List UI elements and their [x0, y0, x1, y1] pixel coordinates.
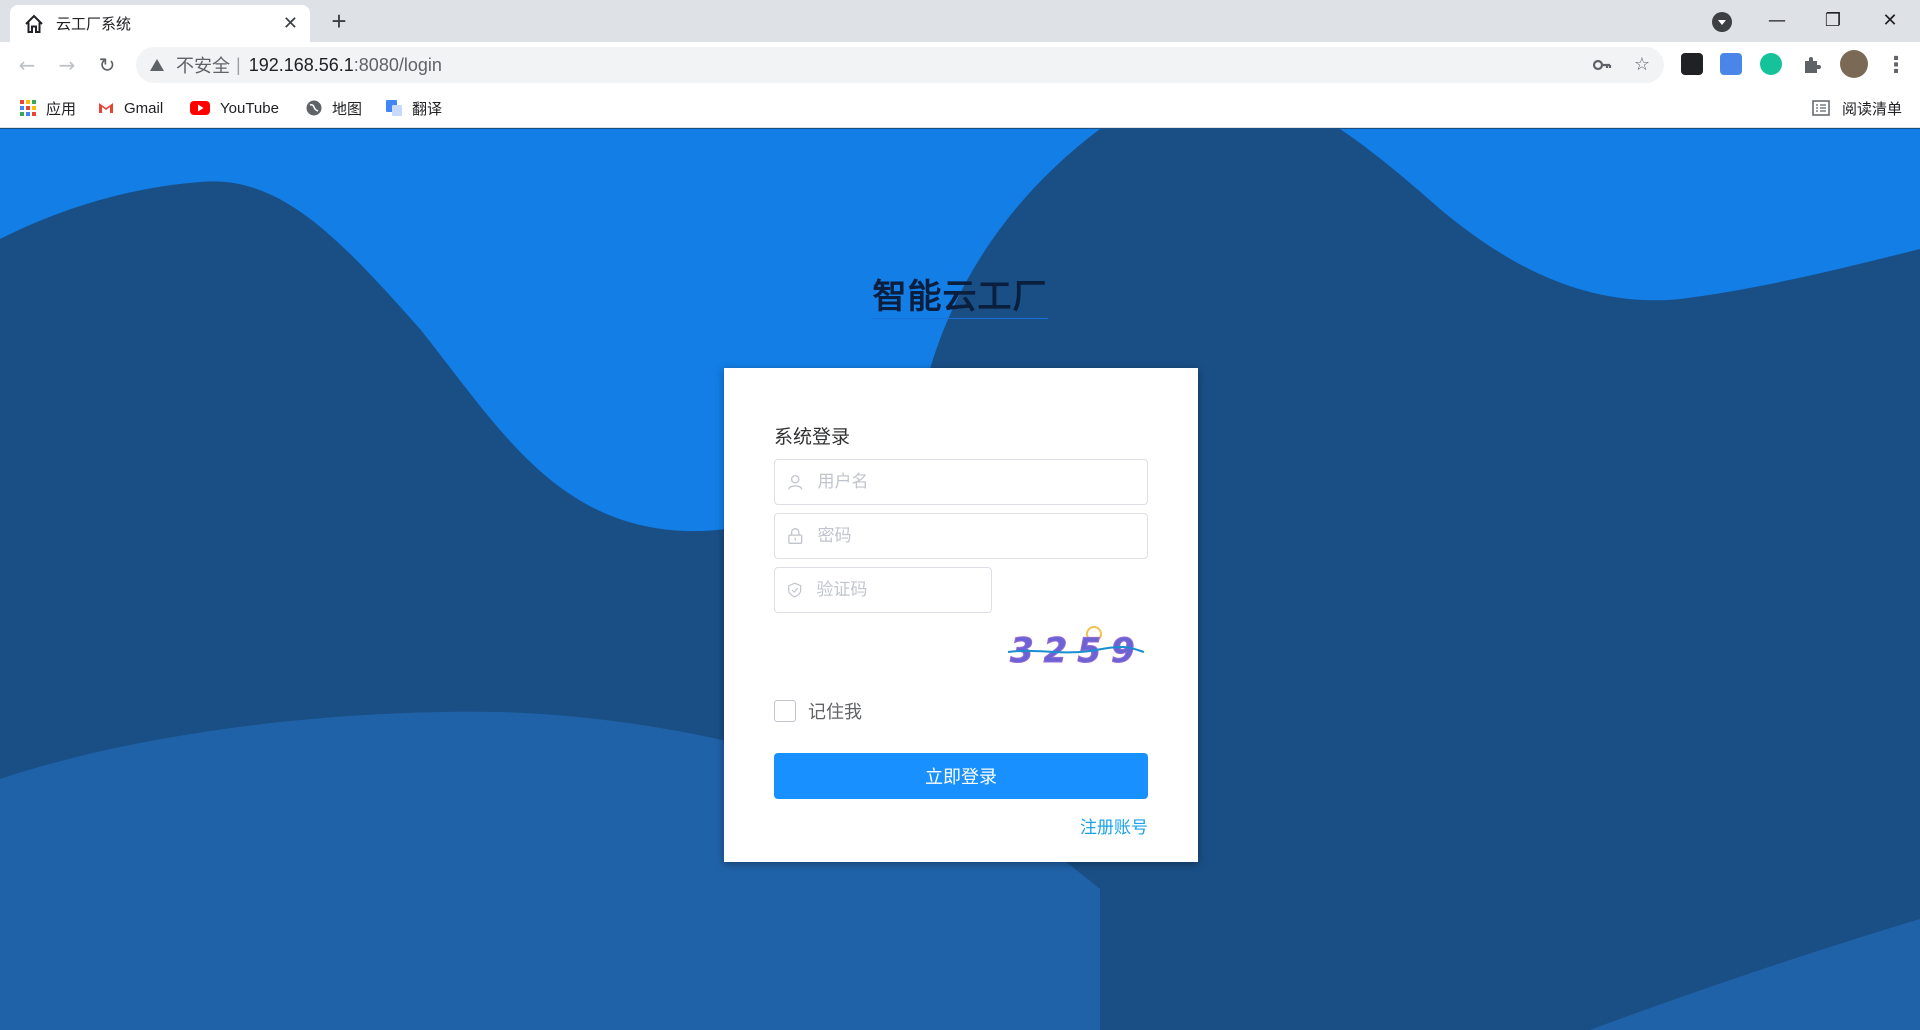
- restore-button[interactable]: ❐: [1818, 6, 1848, 36]
- bookmark-label: 应用: [46, 100, 77, 118]
- bookmark-label: Gmail: [124, 99, 164, 117]
- remember-me[interactable]: 记住我: [774, 698, 862, 724]
- bookmark-gmail[interactable]: Gmail: [98, 96, 163, 120]
- extension-icon[interactable]: [1681, 53, 1703, 75]
- bookmark-label: 地图: [332, 100, 363, 118]
- back-arrow-icon[interactable]: ←: [13, 51, 41, 79]
- login-page: 智能云工厂 系统登录 用户名 验证码 3259 记住我 立即登录 注册账号: [0, 129, 1920, 1030]
- puzzle-icon[interactable]: [1798, 51, 1826, 79]
- bookmark-label: 翻译: [412, 100, 443, 118]
- captcha-input[interactable]: [816, 580, 991, 600]
- tab-close-icon[interactable]: ✕: [283, 13, 298, 34]
- gmail-icon: [99, 103, 113, 113]
- tab-title: 云工厂系统: [56, 16, 132, 33]
- menu-dots-icon[interactable]: ⋮: [1885, 51, 1907, 79]
- minimize-button[interactable]: —: [1762, 6, 1792, 36]
- password-field[interactable]: [774, 513, 1148, 559]
- reload-icon[interactable]: ↻: [93, 51, 121, 79]
- register-link[interactable]: 注册账号: [1080, 813, 1148, 838]
- url-path: :8080/login: [353, 54, 442, 75]
- site-title-text: 智能云工厂: [872, 278, 1048, 319]
- url-separator: |: [236, 54, 241, 75]
- new-tab-button[interactable]: +: [325, 8, 353, 36]
- grammarly-icon[interactable]: [1760, 53, 1782, 75]
- avatar[interactable]: [1840, 50, 1868, 78]
- security-status: 不安全: [176, 56, 230, 76]
- login-card: 系统登录 3259: [724, 368, 1198, 862]
- bookmark-apps[interactable]: 应用: [20, 96, 76, 120]
- captcha-image[interactable]: 3259: [1006, 622, 1146, 676]
- lock-icon: [788, 528, 803, 544]
- translate-extension-icon[interactable]: [1720, 53, 1742, 75]
- translate-icon: [386, 100, 402, 116]
- login-title: 系统登录: [774, 427, 851, 448]
- captcha-field[interactable]: [774, 567, 992, 613]
- tab-search-icon[interactable]: [1712, 12, 1732, 32]
- reading-list-button[interactable]: 阅读清单: [1812, 96, 1902, 120]
- address-bar[interactable]: 不安全 | 192.168.56.1 :8080/login: [136, 47, 1664, 83]
- bookmark-youtube[interactable]: YouTube: [190, 96, 279, 120]
- password-input[interactable]: [817, 526, 1147, 546]
- remember-checkbox[interactable]: [774, 700, 796, 722]
- bookmark-translate[interactable]: 翻译: [386, 96, 442, 120]
- user-icon: [788, 474, 803, 490]
- apps-grid-icon: [20, 100, 36, 116]
- browser-toolbar: ← → ↻ 不安全 | 192.168.56.1 :8080/login ☆ ⋮: [0, 42, 1920, 88]
- bookmark-star-icon[interactable]: ☆: [1628, 51, 1656, 79]
- bookmark-maps[interactable]: 地图: [306, 96, 362, 120]
- username-field[interactable]: [774, 459, 1148, 505]
- maps-globe-icon: [306, 100, 322, 116]
- browser-tab[interactable]: 云工厂系统 ✕: [10, 5, 310, 42]
- shield-check-icon: [788, 582, 802, 598]
- reading-list-icon: [1812, 100, 1830, 116]
- warning-icon: [150, 59, 164, 71]
- reading-list-label: 阅读清单: [1841, 100, 1902, 118]
- remember-label: 记住我: [808, 702, 862, 722]
- key-icon[interactable]: [1588, 51, 1616, 79]
- bookmark-label: YouTube: [220, 99, 279, 117]
- username-input[interactable]: [817, 472, 1147, 492]
- site-title: 智能云工厂: [0, 269, 1920, 319]
- url-host: 192.168.56.1: [248, 54, 354, 75]
- home-icon: [25, 14, 43, 33]
- bookmarks-bar: 应用 Gmail YouTube 地图 翻译 阅读清单: [0, 88, 1920, 128]
- window-close-button[interactable]: ✕: [1875, 6, 1905, 36]
- youtube-icon: [190, 101, 210, 115]
- login-button[interactable]: 立即登录: [774, 753, 1148, 799]
- forward-arrow-icon[interactable]: →: [53, 51, 81, 79]
- tab-bar: 云工厂系统 ✕ + — ❐ ✕: [0, 0, 1920, 42]
